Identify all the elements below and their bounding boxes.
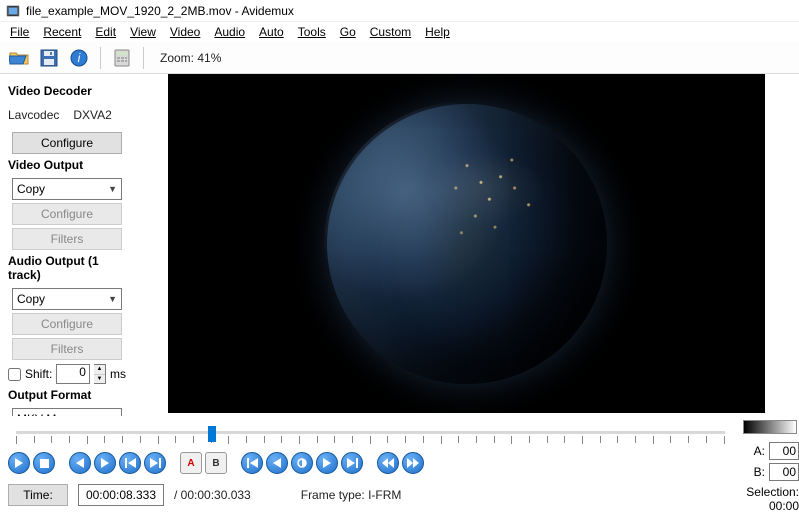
timeline[interactable]: [10, 424, 731, 446]
toolbar-separator: [100, 47, 101, 69]
audio-shift-row: Shift: 0 ▲▼ ms: [8, 364, 126, 384]
audio-shift-checkbox[interactable]: [8, 368, 21, 381]
menu-recent[interactable]: Recent: [37, 23, 87, 41]
set-marker-a-button[interactable]: A: [180, 452, 202, 474]
toolbar: i Zoom: 41%: [0, 42, 799, 74]
audio-shift-label: Shift:: [25, 367, 52, 381]
menu-help[interactable]: Help: [419, 23, 456, 41]
forward-button[interactable]: [402, 452, 424, 474]
output-format-title: Output Format: [8, 388, 126, 402]
goto-marker-b-button[interactable]: [316, 452, 338, 474]
window-title: file_example_MOV_1920_2_2MB.mov - Avidem…: [26, 4, 294, 18]
decoder-codec: Lavcodec: [8, 108, 59, 122]
title-bar: file_example_MOV_1920_2_2MB.mov - Avidem…: [0, 0, 799, 22]
frame-type-label: Frame type: I-FRM: [301, 488, 402, 502]
next-keyframe-button[interactable]: [144, 452, 166, 474]
prev-black-frame-button[interactable]: [291, 452, 313, 474]
video-output-selected: Copy: [17, 182, 45, 196]
selection-panel: A: 00 B: 00 Selection: 00:00: [743, 416, 799, 512]
playback-controls: A B: [8, 452, 731, 474]
save-button[interactable]: [36, 45, 62, 71]
calculator-button[interactable]: [109, 45, 135, 71]
goto-marker-a-button[interactable]: [266, 452, 288, 474]
menu-file[interactable]: File: [4, 23, 35, 41]
chevron-down-icon: ▼: [108, 184, 117, 194]
marker-b-value: 00: [769, 463, 799, 481]
time-value[interactable]: 00:00:08.333: [78, 484, 164, 506]
video-viewer: [134, 74, 799, 416]
status-row: Time: 00:00:08.333 / 00:00:30.033 Frame …: [8, 484, 731, 506]
menu-audio[interactable]: Audio: [208, 23, 251, 41]
rewind-button[interactable]: [377, 452, 399, 474]
marker-b-row: B: 00: [743, 463, 799, 481]
timeline-track: [16, 431, 725, 434]
sidebar: Video Decoder Lavcodec DXVA2 Configure V…: [0, 74, 134, 416]
marker-b-label: B:: [751, 465, 765, 479]
toolbar-separator: [143, 47, 144, 69]
menu-video[interactable]: Video: [164, 23, 206, 41]
audio-shift-value[interactable]: 0: [56, 364, 90, 384]
audio-output-filters-button: Filters: [12, 338, 122, 360]
menu-tools[interactable]: Tools: [292, 23, 332, 41]
marker-a-value: 00: [769, 442, 799, 460]
info-button[interactable]: i: [66, 45, 92, 71]
video-output-title: Video Output: [8, 158, 126, 172]
video-decoder-title: Video Decoder: [8, 84, 126, 98]
audio-output-select[interactable]: Copy ▼: [12, 288, 122, 310]
play-button[interactable]: [8, 452, 30, 474]
menu-custom[interactable]: Custom: [364, 23, 417, 41]
audio-output-selected: Copy: [17, 292, 45, 306]
video-output-filters-button: Filters: [12, 228, 122, 250]
decoder-hw: DXVA2: [73, 108, 111, 122]
zoom-label: Zoom: 41%: [160, 51, 221, 65]
set-marker-b-button[interactable]: B: [205, 452, 227, 474]
audio-output-configure-button: Configure: [12, 313, 122, 335]
video-decoder-configure-button[interactable]: Configure: [12, 132, 122, 154]
time-button[interactable]: Time:: [8, 484, 68, 506]
spinner-up-icon[interactable]: ▲: [94, 365, 105, 375]
spinner-down-icon[interactable]: ▼: [94, 375, 105, 384]
stop-button[interactable]: [33, 452, 55, 474]
prev-keyframe-button[interactable]: [119, 452, 141, 474]
app-icon: [6, 4, 20, 18]
menu-go[interactable]: Go: [334, 23, 362, 41]
menu-view[interactable]: View: [124, 23, 162, 41]
decoder-row: Lavcodec DXVA2: [8, 104, 126, 126]
goto-end-button[interactable]: [341, 452, 363, 474]
selection-label: Selection: 00:00: [743, 485, 799, 513]
chevron-down-icon: ▼: [108, 294, 117, 304]
marker-a-label: A:: [751, 444, 765, 458]
menu-auto[interactable]: Auto: [253, 23, 290, 41]
audio-shift-unit: ms: [110, 367, 126, 381]
gradient-preview: [743, 420, 797, 434]
duration-label: / 00:00:30.033: [174, 488, 251, 502]
video-output-select[interactable]: Copy ▼: [12, 178, 122, 200]
video-frame-content: [327, 104, 607, 384]
svg-text:i: i: [78, 51, 81, 65]
audio-shift-spinner[interactable]: ▲▼: [94, 364, 106, 384]
timeline-handle[interactable]: [208, 426, 216, 442]
main-area: Video Decoder Lavcodec DXVA2 Configure V…: [0, 74, 799, 416]
menu-edit[interactable]: Edit: [89, 23, 122, 41]
goto-start-button[interactable]: [241, 452, 263, 474]
marker-a-row: A: 00: [743, 442, 799, 460]
bottom-panel: A: 00 B: 00 Selection: 00:00 A B Time: 00:…: [0, 416, 799, 514]
video-canvas[interactable]: [168, 74, 765, 413]
open-button[interactable]: [6, 45, 32, 71]
audio-output-title: Audio Output (1 track): [8, 254, 126, 282]
next-frame-button[interactable]: [94, 452, 116, 474]
timeline-ticks: [16, 436, 725, 444]
video-output-configure-button: Configure: [12, 203, 122, 225]
prev-frame-button[interactable]: [69, 452, 91, 474]
menu-bar: File Recent Edit View Video Audio Auto T…: [0, 22, 799, 42]
